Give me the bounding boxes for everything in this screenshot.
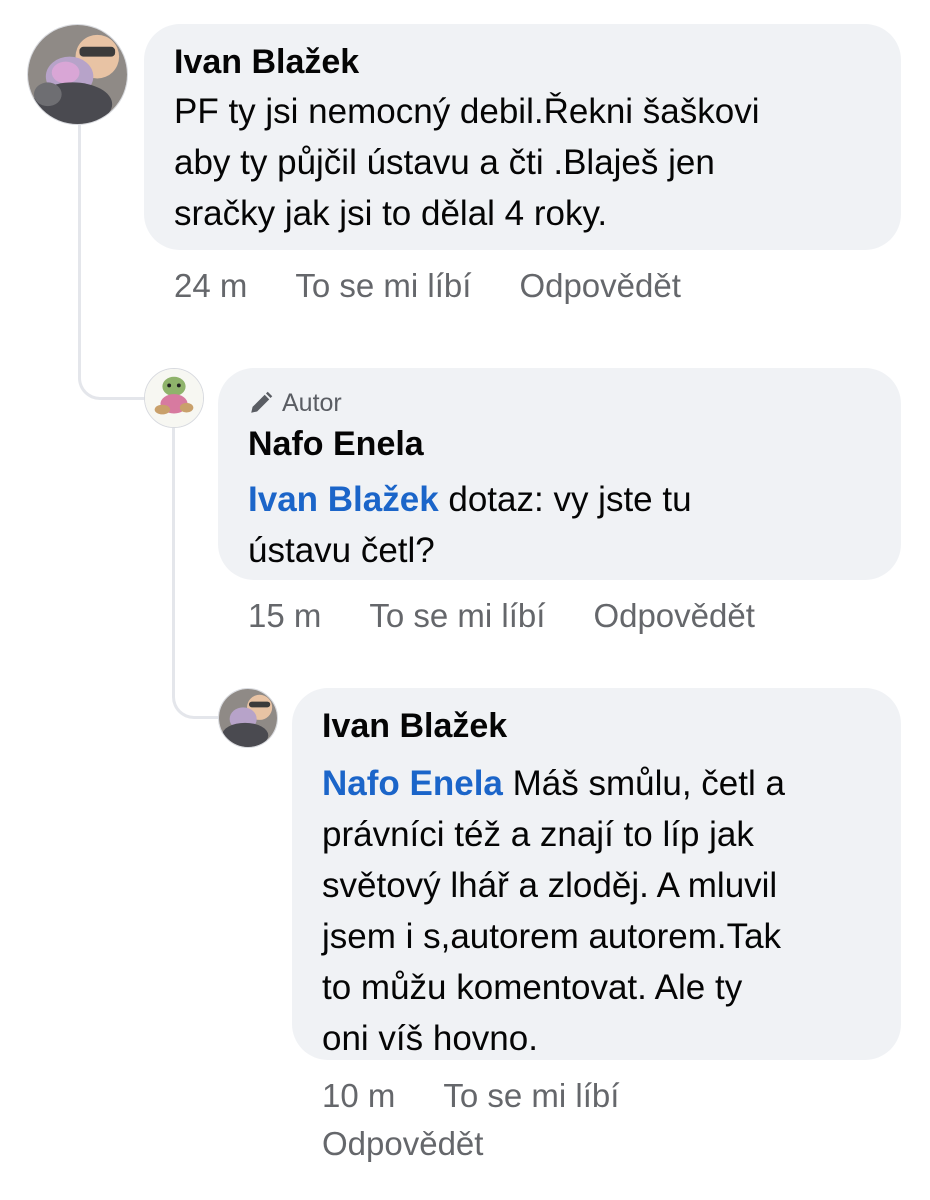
comment-text: Nafo Enela Máš smůlu, četl a právníci té… xyxy=(322,758,875,1064)
comment-line: Ivan Blažek dotaz: vy jste tu xyxy=(248,474,873,525)
mention-link[interactable]: Ivan Blažek xyxy=(248,480,439,519)
comment-line: právníci též a znají to líp jak xyxy=(322,815,754,854)
comment-author[interactable]: Nafo Enela xyxy=(248,424,873,464)
comment-timestamp: 24 m xyxy=(174,267,248,304)
mention-link[interactable]: Nafo Enela xyxy=(322,764,503,803)
comment-timestamp: 15 m xyxy=(248,597,322,634)
comment-line: aby ty půjčil ústavu a čti .Blaješ jen xyxy=(174,143,715,182)
avatar-photo xyxy=(219,689,277,747)
like-button[interactable]: To se mi líbí xyxy=(443,1077,619,1114)
avatar[interactable] xyxy=(144,368,204,428)
comment-line: jsem i s,autorem autorem.Tak xyxy=(322,917,782,956)
comment-text: Ivan Blažek dotaz: vy jste tu ústavu čet… xyxy=(248,474,873,576)
comment-meta: 10 m To se mi líbí xyxy=(322,1072,667,1120)
comment-line: ústavu četl? xyxy=(248,531,435,570)
thread-connector-1 xyxy=(78,125,147,400)
like-button[interactable]: To se mi líbí xyxy=(295,267,471,304)
comment-line: PF ty jsi nemocný debil.Řekni šaškovi xyxy=(174,92,760,131)
comment-line: sračky jak jsi to dělal 4 roky. xyxy=(174,194,608,233)
reply-button[interactable]: Odpovědět xyxy=(593,597,754,634)
like-button[interactable]: To se mi líbí xyxy=(369,597,545,634)
comment-line: Nafo Enela Máš smůlu, četl a xyxy=(322,758,875,809)
comment-meta: 15 m To se mi líbí Odpovědět xyxy=(248,592,803,640)
comment-text-part: dotaz: vy jste tu xyxy=(438,480,692,519)
reply-button[interactable]: Odpovědět xyxy=(322,1125,483,1162)
badge-label: Autor xyxy=(282,389,342,417)
avatar-photo xyxy=(28,25,127,124)
avatar-photo xyxy=(145,369,203,427)
comment-bubble: Autor Nafo Enela Ivan Blažek dotaz: vy j… xyxy=(218,368,901,580)
comment-timestamp: 10 m xyxy=(322,1077,396,1114)
pencil-icon xyxy=(251,391,273,413)
avatar[interactable] xyxy=(218,688,278,748)
comment-text-part: Máš smůlu, četl a xyxy=(502,764,785,803)
comment-line: oni víš hovno. xyxy=(322,1019,538,1058)
reply-button[interactable]: Odpovědět xyxy=(519,267,680,304)
thread-connector-2 xyxy=(172,428,221,719)
comment-line: to můžu komentovat. Ale ty xyxy=(322,968,743,1007)
comment-line: světový lhář a zloděj. A mluvil xyxy=(322,866,778,905)
comment-meta-row2: Odpovědět xyxy=(322,1120,531,1168)
comment-meta: 24 m To se mi líbí Odpovědět xyxy=(174,262,729,310)
author-badge: Autor xyxy=(248,388,873,418)
comment-bubble: Ivan Blažek PF ty jsi nemocný debil.Řekn… xyxy=(144,24,901,250)
avatar[interactable] xyxy=(27,24,128,125)
comment-bubble: Ivan Blažek Nafo Enela Máš smůlu, četl a… xyxy=(292,688,901,1060)
comment-text: PF ty jsi nemocný debil.Řekni šaškovi ab… xyxy=(174,86,873,239)
comment-author[interactable]: Ivan Blažek xyxy=(174,42,873,82)
comment-author[interactable]: Ivan Blažek xyxy=(322,706,875,746)
